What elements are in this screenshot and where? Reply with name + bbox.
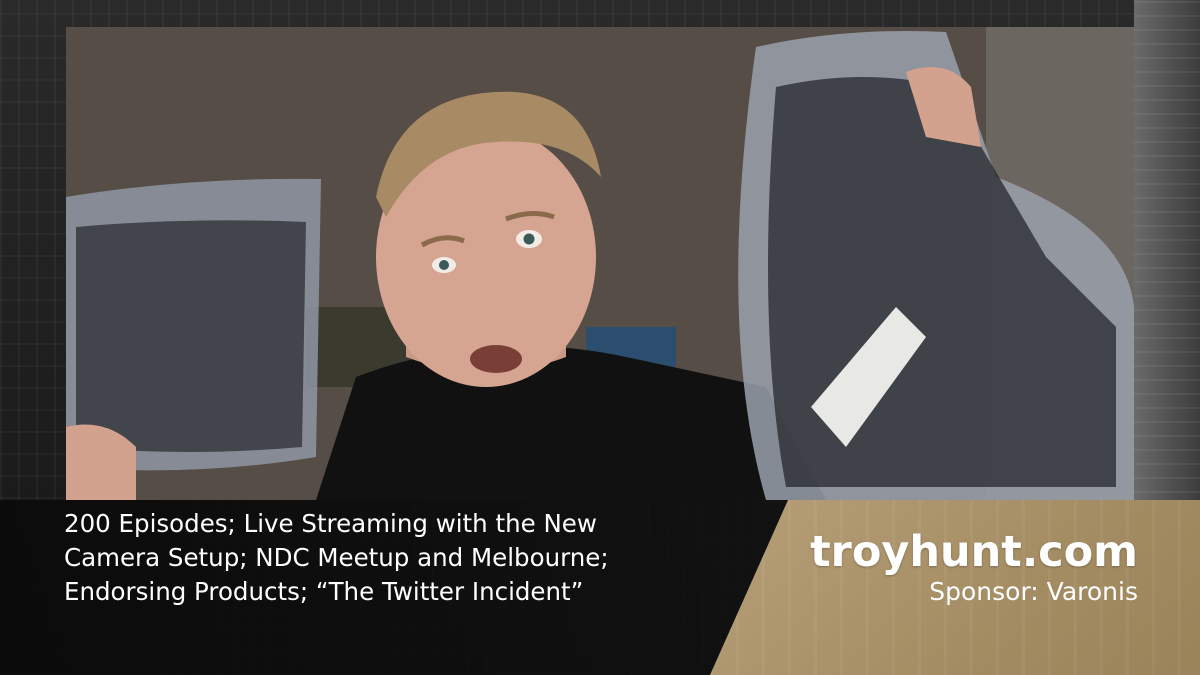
- photo-illustration: [66, 27, 1134, 500]
- site-name: troyhunt.com: [810, 527, 1138, 577]
- photo-cables-left: [76, 220, 306, 452]
- photo-pupil-right: [523, 233, 535, 245]
- video-thumbnail-photo: [66, 27, 1134, 500]
- photo-pupil-left: [439, 260, 449, 270]
- sponsor-text: Sponsor: Varonis: [929, 577, 1138, 606]
- episode-title: 200 Episodes; Live Streaming with the Ne…: [64, 509, 609, 606]
- photo-mouth: [470, 345, 522, 373]
